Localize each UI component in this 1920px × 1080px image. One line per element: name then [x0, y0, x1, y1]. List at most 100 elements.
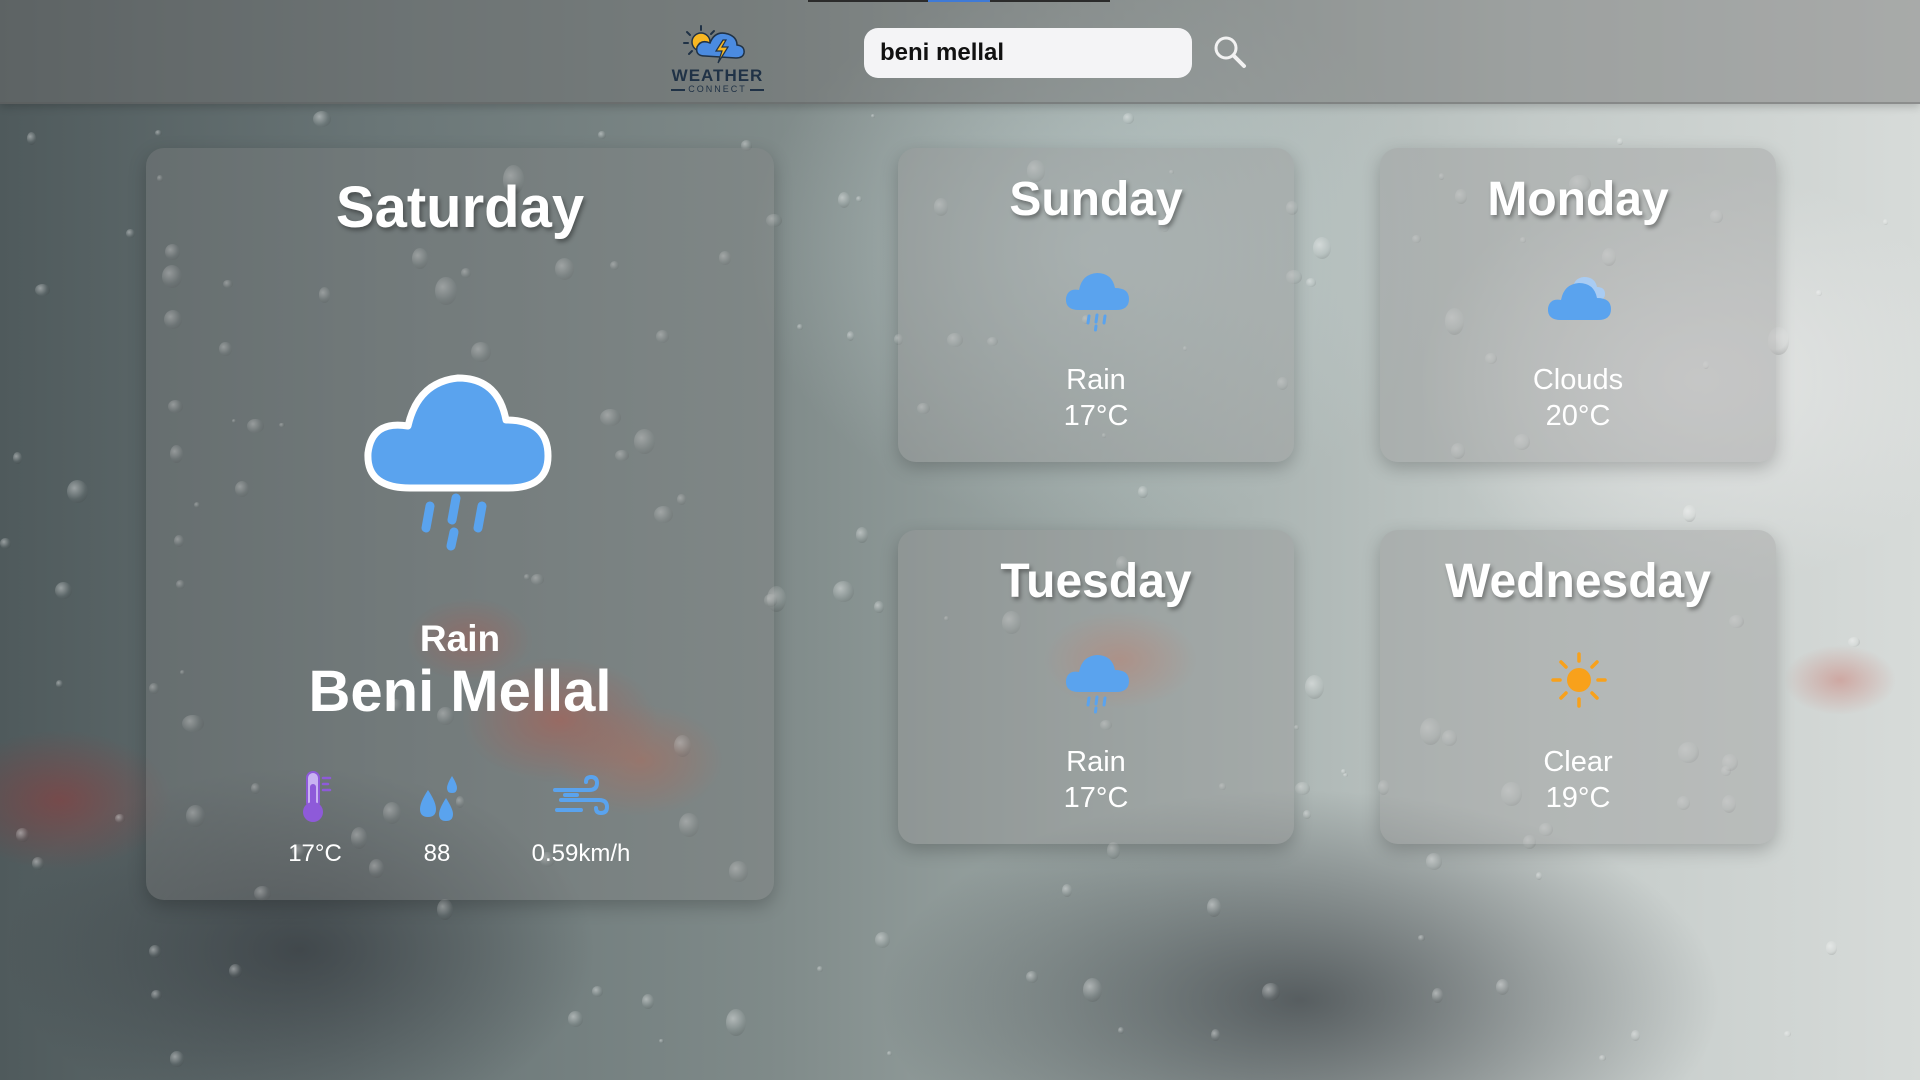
- raindrop: [1848, 637, 1861, 648]
- forecast-day-name: Sunday: [1009, 173, 1183, 226]
- raindrop: [1210, 1028, 1220, 1042]
- raindrop: [1418, 935, 1425, 941]
- forecast-day-name: Tuesday: [1000, 555, 1192, 608]
- today-condition: Rain: [419, 618, 501, 659]
- raindrop: [874, 932, 890, 949]
- raindrop: [567, 1011, 583, 1028]
- raindrop: [26, 132, 37, 146]
- thermometer-icon: [303, 771, 332, 822]
- raindrop: [169, 1051, 185, 1067]
- raindrop: [796, 323, 803, 331]
- raindrop: [1535, 871, 1542, 880]
- rain-cloud-icon: [1065, 273, 1129, 332]
- temperature-value: 17°C: [288, 840, 342, 867]
- raindrop: [0, 538, 12, 549]
- clouds-icon: [1547, 277, 1611, 320]
- raindrop: [1883, 218, 1889, 225]
- raindrop: [1107, 842, 1121, 859]
- forecast-temp: 17°C: [1063, 782, 1129, 814]
- raindrop: [1630, 1029, 1640, 1042]
- raindrop: [1432, 988, 1444, 1003]
- raindrop: [34, 283, 51, 297]
- raindrop: [817, 966, 824, 973]
- raindrop: [658, 1038, 664, 1044]
- forecast-temp: 17°C: [1063, 400, 1129, 432]
- raindrop: [1122, 113, 1135, 124]
- raindrop: [56, 680, 64, 688]
- forecast-temp: 20°C: [1545, 400, 1611, 432]
- raindrop: [1305, 278, 1316, 287]
- raindrop: [874, 600, 884, 614]
- raindrop: [1303, 810, 1312, 819]
- rain-cloud-icon: [1065, 655, 1129, 714]
- raindrop: [1495, 979, 1509, 995]
- logo-subtitle: CONNECT: [665, 84, 770, 94]
- raindrop: [871, 113, 876, 118]
- raindrop: [641, 993, 654, 1009]
- rain-cloud-icon: [358, 348, 558, 558]
- raindrop: [155, 129, 163, 136]
- humidity-drops-icon: [420, 776, 457, 821]
- raindrop: [832, 580, 854, 603]
- forecast-condition: Rain: [1066, 746, 1126, 778]
- raindrop: [1683, 504, 1696, 522]
- forecast-temp: 19°C: [1545, 782, 1611, 814]
- raindrop: [1117, 1026, 1125, 1035]
- raindrop: [1617, 137, 1624, 146]
- forecast-condition: Clouds: [1532, 364, 1624, 396]
- raindrop: [436, 899, 453, 920]
- forecast-card-wednesday: Wednesday Clear 19°C: [1380, 530, 1776, 844]
- top-header: WEATHER CONNECT: [0, 0, 1920, 104]
- raindrop: [1341, 768, 1346, 774]
- raindrop: [1825, 940, 1838, 955]
- raindrop: [1261, 983, 1280, 1001]
- raindrop: [31, 856, 44, 871]
- raindrop: [856, 527, 869, 543]
- forecast-card-sunday: Sunday Rain 17°C: [898, 148, 1294, 462]
- raindrop: [591, 986, 603, 997]
- sun-icon: [1551, 652, 1607, 708]
- forecast-condition: Clear: [1543, 746, 1613, 778]
- humidity-value: 88: [423, 840, 451, 867]
- raindrop: [151, 989, 162, 1001]
- raindrop: [1206, 898, 1221, 918]
- forecast-card-tuesday: Tuesday Rain 17°C: [898, 530, 1294, 844]
- search-button[interactable]: [1208, 30, 1252, 74]
- logo-storm-icon: [683, 25, 745, 64]
- raindrop: [838, 191, 851, 208]
- wind-value: 0.59km/h: [531, 840, 631, 867]
- loading-strip: [808, 0, 1110, 2]
- humidity-stat: 88: [372, 768, 502, 868]
- search-icon: [1214, 36, 1246, 68]
- wind-icon: [553, 774, 610, 816]
- city-search-input[interactable]: [864, 28, 1192, 78]
- raindrop: [1061, 884, 1072, 897]
- wind-stat: 0.59km/h: [516, 768, 646, 868]
- logo-title: WEATHER: [671, 66, 764, 85]
- city-name: Beni Mellal: [308, 659, 612, 724]
- raindrop: [1083, 977, 1103, 1003]
- raindrop: [149, 944, 162, 959]
- raindrop: [1426, 853, 1442, 870]
- raindrop: [66, 479, 89, 504]
- app-logo[interactable]: WEATHER CONNECT: [665, 18, 770, 96]
- raindrop: [1599, 1055, 1607, 1061]
- raindrop: [1343, 772, 1348, 777]
- raindrop: [846, 330, 854, 341]
- today-weather-card: Saturday Rain Beni Mellal 17°C 88 0.59km…: [146, 148, 774, 900]
- raindrop: [1138, 485, 1148, 499]
- today-day-name: Saturday: [335, 175, 585, 240]
- raindrop: [1293, 724, 1299, 730]
- raindrop: [1784, 1031, 1792, 1038]
- raindrop: [312, 110, 331, 127]
- raindrop: [1815, 289, 1822, 297]
- temperature-stat: 17°C: [250, 768, 380, 868]
- forecast-condition: Rain: [1066, 364, 1126, 396]
- raindrop: [1313, 236, 1332, 260]
- raindrop: [115, 814, 126, 823]
- raindrop: [1304, 675, 1324, 699]
- raindrop: [887, 1050, 893, 1056]
- raindrop: [16, 828, 29, 842]
- raindrop: [598, 130, 606, 139]
- raindrop: [1025, 970, 1038, 983]
